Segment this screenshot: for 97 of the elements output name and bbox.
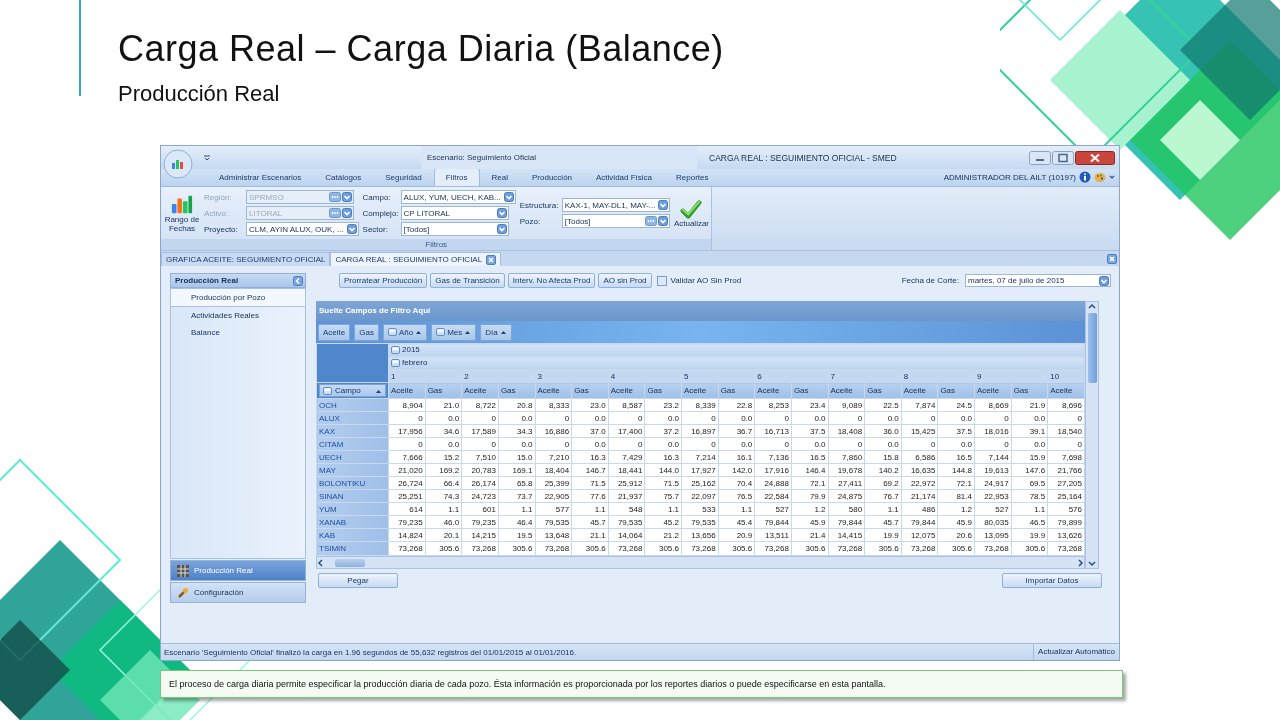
field-icon bbox=[436, 327, 446, 337]
status-mode: Actualizar Automático bbox=[1033, 644, 1119, 660]
toolbar-button[interactable]: Prorratear Producción bbox=[339, 273, 428, 288]
panel-title: Producción Real bbox=[175, 276, 239, 285]
vertical-scrollbar[interactable] bbox=[1085, 301, 1099, 569]
column-header[interactable]: 2015 bbox=[388, 343, 1085, 357]
dropdown-button[interactable] bbox=[496, 224, 507, 234]
scroll-up-icon bbox=[1088, 303, 1096, 311]
nav-section-button[interactable]: Configuración bbox=[170, 582, 306, 603]
nav-item[interactable]: Balance bbox=[171, 324, 305, 341]
grid-icon bbox=[177, 564, 189, 577]
field-label: Sector: bbox=[362, 224, 389, 234]
combo-box[interactable]: ALUX, YUM, UECH, KAB... bbox=[400, 190, 516, 204]
ribbon-tab[interactable]: Actividad Física bbox=[584, 168, 665, 186]
field-label: Fecha de Corte: bbox=[901, 276, 959, 285]
slide-title: Carga Real – Carga Diaria (Balance) bbox=[118, 27, 725, 71]
document-tab[interactable]: CARGA REAL : SEGUIMIENTO OFICIAL bbox=[330, 252, 502, 266]
dropdown-button[interactable] bbox=[346, 224, 357, 234]
close-icon[interactable] bbox=[1107, 254, 1117, 264]
ellipsis-button[interactable] bbox=[644, 216, 657, 226]
field-label: Complejo: bbox=[362, 208, 400, 218]
caption-box: El proceso de carga diaria permite especificar la producción diaria de cada pozo. Ésta información es proporcionada por los reportes diarios o puede especificarse en esta pantalla. bbox=[160, 670, 1123, 698]
sort-icon bbox=[499, 329, 507, 335]
scroll-down-icon bbox=[1088, 559, 1096, 567]
field-label: Activo: bbox=[204, 208, 229, 218]
ribbon-tab[interactable]: Reportes bbox=[664, 168, 721, 186]
scroll-right-icon bbox=[1076, 558, 1084, 567]
collapse-icon[interactable] bbox=[391, 345, 400, 355]
status-message: Escenario 'Seguimiento Oficial' finalizó la carga en 1.96 segundos de 55,632 registros del 01/01/2015 al 01/01/2016. bbox=[163, 647, 578, 657]
data-field-button[interactable]: Gas bbox=[354, 323, 379, 341]
scroll-thumb[interactable] bbox=[1087, 313, 1097, 383]
field-label: Campo: bbox=[362, 192, 392, 202]
checkbox[interactable] bbox=[656, 275, 667, 286]
window-title: CARGA REAL : SEGUIMIENTO OFICIAL - SMED bbox=[708, 152, 898, 163]
dropdown-button[interactable] bbox=[503, 192, 514, 202]
ribbon-tab[interactable]: Real bbox=[479, 168, 520, 186]
update-button[interactable]: Actualizar bbox=[674, 198, 709, 228]
app-menu-button[interactable] bbox=[163, 149, 193, 179]
combo-box[interactable]: [Todos] bbox=[561, 214, 670, 228]
combo-box[interactable]: KAX-1, MAY-DL1, MAY-... bbox=[561, 198, 671, 212]
nav-item[interactable]: Actividades Reales bbox=[171, 307, 305, 324]
date-range-button[interactable]: Rango de Fechas bbox=[164, 193, 200, 233]
field-label: Región: bbox=[204, 192, 233, 202]
dropdown-button[interactable] bbox=[657, 216, 668, 226]
sort-icon bbox=[375, 387, 382, 394]
column-field-button[interactable]: Año bbox=[382, 323, 428, 341]
field-icon bbox=[387, 327, 397, 337]
close-button[interactable] bbox=[1075, 150, 1115, 165]
dropdown-button[interactable] bbox=[1099, 275, 1109, 286]
scroll-left-icon bbox=[317, 558, 325, 567]
horizontal-scrollbar[interactable] bbox=[316, 556, 1085, 569]
sort-icon bbox=[464, 329, 472, 335]
ribbon-tab[interactable]: Producción bbox=[520, 168, 585, 186]
collapse-icon[interactable] bbox=[391, 358, 400, 368]
action-button[interactable]: Importar Datos bbox=[1002, 573, 1102, 588]
filter-drop-area: Suelte Campos de Filtro Aquí bbox=[316, 301, 1085, 321]
toolbar-button[interactable]: Interv. No Afecta Prod bbox=[507, 273, 596, 288]
field-icon bbox=[323, 385, 332, 396]
bar-chart-icon[interactable] bbox=[171, 193, 193, 215]
combo-box[interactable]: CLM, AYIN ALUX, OUK, ... bbox=[246, 222, 359, 236]
ribbon-tab[interactable]: Administrar Escenarios bbox=[207, 168, 314, 186]
date-picker[interactable]: martes, 07 de julio de 2015 bbox=[965, 274, 1111, 287]
caret-icon[interactable] bbox=[203, 153, 211, 162]
info-icon[interactable] bbox=[1079, 171, 1091, 183]
collapse-button[interactable] bbox=[293, 275, 303, 286]
document-tab[interactable]: GRAFICA ACEITE: SEGUIMIENTO OFICIAL bbox=[161, 252, 331, 266]
tools-icon bbox=[177, 586, 189, 599]
minimize-button[interactable] bbox=[1029, 150, 1051, 165]
checkbox-label: Validar AO Sin Prod bbox=[670, 276, 742, 285]
maximize-button[interactable] bbox=[1052, 150, 1074, 165]
scenario-label: Escenario: Seguimiento Oficial bbox=[421, 146, 697, 169]
toolbar-button[interactable]: Gas de Transición bbox=[430, 273, 505, 288]
combo-box[interactable]: CP LITORAL bbox=[400, 206, 509, 220]
palette-icon[interactable] bbox=[1094, 171, 1106, 183]
action-button[interactable]: Pegar bbox=[318, 573, 398, 588]
field-label: Estructura: bbox=[519, 200, 560, 210]
sort-icon bbox=[415, 329, 423, 335]
data-field-button[interactable]: Aceite bbox=[318, 323, 351, 341]
ribbon-tab[interactable]: Catálogos bbox=[313, 168, 374, 186]
dropdown-button[interactable] bbox=[658, 200, 669, 210]
field-label: Pozo: bbox=[519, 216, 542, 226]
nav-item[interactable]: Producción por Pozo bbox=[171, 288, 305, 307]
slide-subtitle: Producción Real bbox=[118, 80, 281, 108]
toolbar-button[interactable]: AO sin Prod bbox=[598, 273, 652, 288]
combo-box[interactable]: [Todos] bbox=[400, 222, 509, 236]
ribbon-tab[interactable]: Seguridad bbox=[373, 168, 434, 186]
caret-icon[interactable] bbox=[1109, 174, 1115, 180]
close-icon[interactable] bbox=[486, 254, 497, 265]
row-field-button[interactable]: Campo bbox=[319, 384, 386, 397]
group-label: Filtros bbox=[161, 239, 712, 250]
checkmark-icon[interactable] bbox=[680, 198, 703, 219]
field-label: Proyecto: bbox=[204, 224, 239, 234]
column-field-button[interactable]: Día bbox=[480, 323, 512, 341]
user-label: ADMINISTRADOR DEL AILT (10197) bbox=[943, 172, 1076, 182]
column-field-button[interactable]: Mes bbox=[431, 323, 477, 341]
dropdown-button[interactable] bbox=[496, 208, 507, 218]
scroll-thumb[interactable] bbox=[335, 558, 365, 567]
